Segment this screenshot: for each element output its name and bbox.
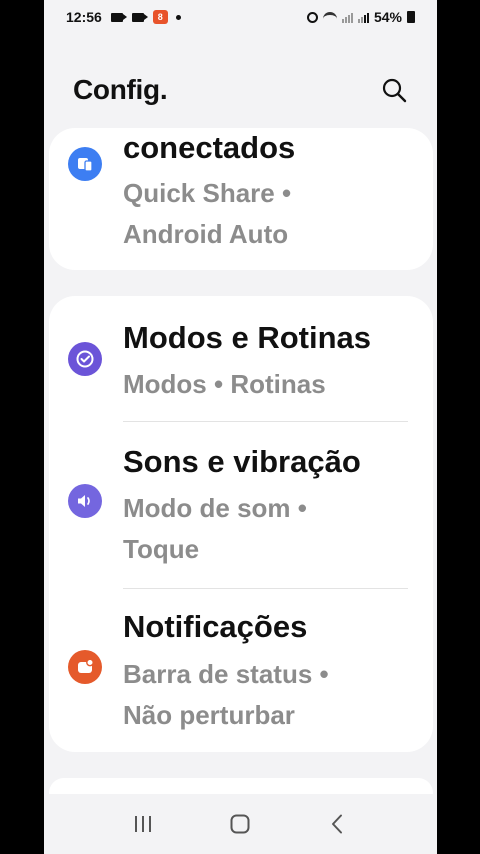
settings-card: Modos e Rotinas Modos • Rotinas Sons e v… <box>49 296 433 752</box>
settings-item-connected-devices[interactable]: conectados Quick Share • Android Auto <box>49 128 433 270</box>
signal-icon <box>357 12 369 23</box>
settings-item-sounds-vibration[interactable]: Sons e vibração Modo de som • Toque <box>49 422 433 588</box>
item-subtitle: Android Auto <box>123 219 289 249</box>
video-camera-icon <box>131 12 148 22</box>
home-icon <box>230 814 250 834</box>
item-title: Modos e Rotinas <box>123 320 372 355</box>
app-notification-icon: 8 <box>152 10 168 24</box>
clock: 12:56 <box>66 9 102 25</box>
back-button[interactable] <box>318 804 358 844</box>
home-button[interactable] <box>220 804 260 844</box>
wifi-icon <box>322 12 337 22</box>
item-subtitle: Toque <box>123 534 200 564</box>
settings-item-modes-routines[interactable]: Modos e Rotinas Modos • Rotinas <box>49 296 433 421</box>
status-right: 54% <box>306 9 415 25</box>
signal-icon <box>341 12 353 23</box>
battery-icon <box>407 11 415 23</box>
settings-screen: 12:56 8 54% Config. conectados Quick Sha… <box>44 0 437 854</box>
battery-level: 54% <box>373 9 402 25</box>
item-subtitle: Quick Share • <box>123 178 292 208</box>
alarm-icon <box>306 11 318 23</box>
item-subtitle: Modos • Rotinas <box>123 369 326 399</box>
settings-item-notifications[interactable]: Notificações Barra de status • Não pertu… <box>49 589 433 752</box>
notifications-icon <box>68 650 102 684</box>
item-subtitle: Barra de status • <box>123 659 329 689</box>
video-camera-icon <box>110 12 127 22</box>
more-notifications-dot-icon <box>175 14 181 20</box>
item-title: Sons e vibração <box>123 444 361 479</box>
back-icon <box>332 814 343 834</box>
volume-icon <box>68 484 102 518</box>
modes-routines-icon <box>68 342 102 376</box>
page-title: Config. <box>73 74 168 105</box>
status-left: 12:56 8 <box>66 9 181 25</box>
item-title: Notificações <box>123 609 308 644</box>
settings-card: conectados Quick Share • Android Auto <box>49 128 433 270</box>
item-subtitle: Modo de som • <box>123 493 307 523</box>
recents-button[interactable] <box>123 804 163 844</box>
navigation-bar <box>44 794 437 854</box>
item-subtitle: Não perturbar <box>123 700 295 730</box>
connected-devices-icon <box>68 147 102 181</box>
item-title: conectados <box>123 130 296 165</box>
search-button[interactable] <box>379 75 409 105</box>
app-header: Config. <box>44 60 437 120</box>
status-bar: 12:56 8 54% <box>44 0 437 34</box>
search-icon <box>382 78 407 103</box>
recents-icon <box>134 816 151 832</box>
